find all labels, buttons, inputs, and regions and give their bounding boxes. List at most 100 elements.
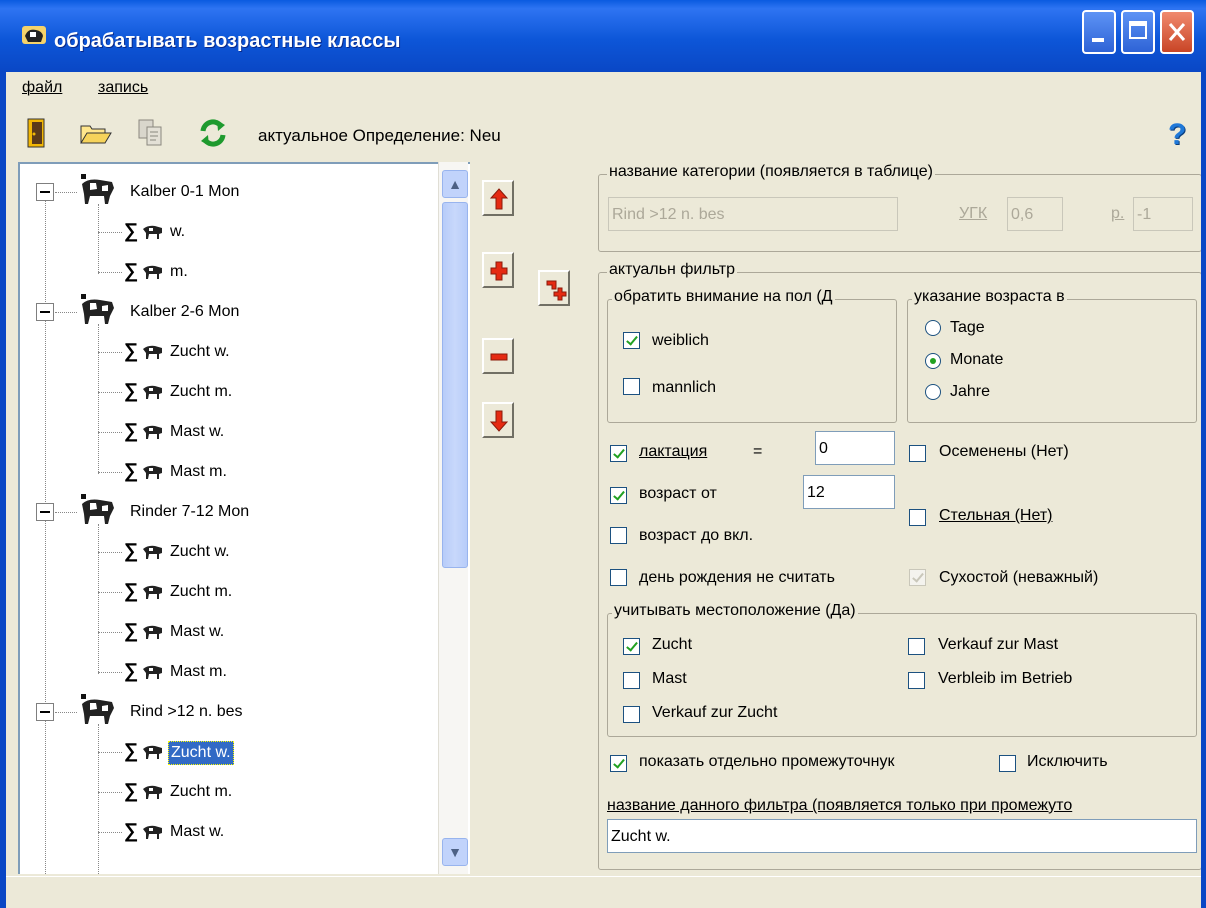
close-button[interactable] <box>1160 10 1194 54</box>
tree-leaf-node[interactable]: ∑ Zucht m. <box>20 572 440 612</box>
category-name-field[interactable]: Rind >12 n. bes <box>608 197 898 231</box>
dry-checkbox[interactable] <box>909 569 926 586</box>
tree-group-label[interactable]: Kalber 2-6 Mon <box>130 303 239 321</box>
collapse-toggle-icon[interactable] <box>36 703 54 721</box>
female-checkbox[interactable] <box>623 332 640 349</box>
tree-connector <box>98 792 122 793</box>
exclude-checkbox[interactable] <box>999 755 1016 772</box>
tree-leaf-label[interactable]: Mast m. <box>170 463 227 481</box>
open-folder-icon[interactable] <box>78 116 112 150</box>
tree-leaf-label[interactable]: Mast w. <box>170 823 224 841</box>
radio-days[interactable] <box>925 320 941 336</box>
inseminated-checkbox[interactable] <box>909 445 926 462</box>
add-button[interactable] <box>482 252 514 288</box>
filter-name-field[interactable]: Zucht w. <box>607 819 1197 853</box>
tree-connector <box>98 632 122 633</box>
radio-years[interactable] <box>925 384 941 400</box>
scroll-up-icon[interactable]: ▲ <box>442 170 468 198</box>
inseminated-label: Осеменены (Нет) <box>939 443 1069 460</box>
radio-months[interactable] <box>925 353 941 369</box>
radio-months-label: Monate <box>950 351 1004 368</box>
copy-document-icon[interactable] <box>134 116 168 150</box>
cow-filter-icon <box>143 625 162 639</box>
lactation-field[interactable]: 0 <box>815 431 895 465</box>
tree-leaf-label[interactable]: Zucht m. <box>170 383 232 401</box>
tree-leaf-node[interactable]: ∑ Zucht w. <box>20 332 440 372</box>
tree-group-node[interactable]: Rinder 7-12 Mon <box>20 492 440 532</box>
tree-leaf-node[interactable]: ∑ Mast m. <box>20 452 440 492</box>
menu-record[interactable]: запись <box>98 79 148 97</box>
location-sale-fattening-checkbox[interactable] <box>908 638 925 655</box>
tree-group-label[interactable]: Rinder 7-12 Mon <box>130 503 249 521</box>
tree-connector <box>55 712 77 713</box>
tree-connector <box>98 552 122 553</box>
p-field[interactable]: -1 <box>1133 197 1193 231</box>
show-separately-checkbox[interactable] <box>610 755 627 772</box>
tree-group-label[interactable]: Rind >12 n. bes <box>130 703 243 721</box>
tree-connector <box>98 752 122 753</box>
collapse-toggle-icon[interactable] <box>36 183 54 201</box>
tree-leaf-label[interactable]: Mast w. <box>170 623 224 641</box>
move-up-button[interactable] <box>482 180 514 216</box>
maximize-button[interactable] <box>1121 10 1155 54</box>
location-mast-checkbox[interactable] <box>623 672 640 689</box>
age-class-tree[interactable]: Kalber 0-1 Mon ∑ w. ∑ m. Kalber 2-6 Mon … <box>18 162 470 874</box>
location-sale-breeding-checkbox[interactable] <box>623 706 640 723</box>
minimize-button[interactable] <box>1082 10 1116 54</box>
filter-name-label: название данного фильтра (появляется тол… <box>607 797 1073 814</box>
tree-group-label[interactable]: Kalber 0-1 Mon <box>130 183 239 201</box>
status-bar <box>0 876 1206 908</box>
lactation-label: лактация <box>639 443 708 460</box>
add-subitem-button[interactable] <box>538 270 570 306</box>
tree-leaf-label[interactable]: Zucht w. <box>170 343 230 361</box>
tree-scrollbar[interactable]: ▲ ▼ <box>438 162 468 874</box>
refresh-icon[interactable] <box>196 116 230 150</box>
collapse-toggle-icon[interactable] <box>36 303 54 321</box>
tree-leaf-node[interactable]: ∑ m. <box>20 252 440 292</box>
birthday-label: день рождения не считать <box>639 569 835 586</box>
tree-leaf-node[interactable]: ∑ w. <box>20 212 440 252</box>
tree-leaf-node[interactable]: ∑ Mast w. <box>20 612 440 652</box>
lactation-checkbox[interactable] <box>610 445 627 462</box>
birthday-checkbox[interactable] <box>610 569 627 586</box>
menu-bar: файл запись <box>0 72 1206 104</box>
scroll-down-icon[interactable]: ▼ <box>442 838 468 866</box>
tree-group-node[interactable]: Kalber 2-6 Mon <box>20 292 440 332</box>
tree-group-node[interactable]: Kalber 0-1 Mon <box>20 172 440 212</box>
tree-leaf-label[interactable]: w. <box>170 223 185 241</box>
age-from-field[interactable]: 12 <box>803 475 895 509</box>
location-stay-farm-checkbox[interactable] <box>908 672 925 689</box>
tree-leaf-node[interactable]: ∑ Mast w. <box>20 812 440 852</box>
tree-leaf-label[interactable]: m. <box>170 263 188 281</box>
collapse-toggle-icon[interactable] <box>36 503 54 521</box>
menu-file[interactable]: файл <box>22 79 62 97</box>
male-checkbox[interactable] <box>623 378 640 395</box>
help-icon[interactable]: ? <box>1168 118 1186 152</box>
age-from-checkbox[interactable] <box>610 487 627 504</box>
tree-leaf-node-selected[interactable]: ∑ Zucht w. <box>20 732 440 772</box>
remove-button[interactable] <box>482 338 514 374</box>
tree-leaf-label[interactable]: Mast w. <box>170 423 224 441</box>
tree-connector <box>98 272 122 273</box>
tree-group-node[interactable]: Rind >12 n. bes <box>20 692 440 732</box>
tree-leaf-label[interactable]: Zucht m. <box>170 583 232 601</box>
move-down-button[interactable] <box>482 402 514 438</box>
tree-leaf-node[interactable]: ∑ Zucht m. <box>20 372 440 412</box>
tree-leaf-label[interactable]: Mast m. <box>170 663 227 681</box>
pregnant-checkbox[interactable] <box>909 509 926 526</box>
age-to-checkbox[interactable] <box>610 527 627 544</box>
tree-leaf-label-selected[interactable]: Zucht w. <box>168 741 234 765</box>
current-filter-legend: актуальн фильтр <box>607 261 738 279</box>
ugk-field[interactable]: 0,6 <box>1007 197 1063 231</box>
tree-leaf-node[interactable]: ∑ Zucht m. <box>20 772 440 812</box>
scroll-thumb[interactable] <box>442 202 468 568</box>
tree-leaf-label[interactable]: Zucht w. <box>170 543 230 561</box>
tree-leaf-node[interactable]: ∑ Mast m. <box>20 652 440 692</box>
tree-leaf-node[interactable]: ∑ Mast w. <box>20 412 440 452</box>
title-bar: обрабатывать возрастные классы <box>0 0 1206 72</box>
location-zucht-checkbox[interactable] <box>623 638 640 655</box>
exit-door-icon[interactable] <box>20 116 54 150</box>
tree-leaf-node[interactable]: ∑ Zucht w. <box>20 532 440 572</box>
tree-leaf-label[interactable]: Zucht m. <box>170 783 232 801</box>
male-label: mannlich <box>652 379 717 396</box>
